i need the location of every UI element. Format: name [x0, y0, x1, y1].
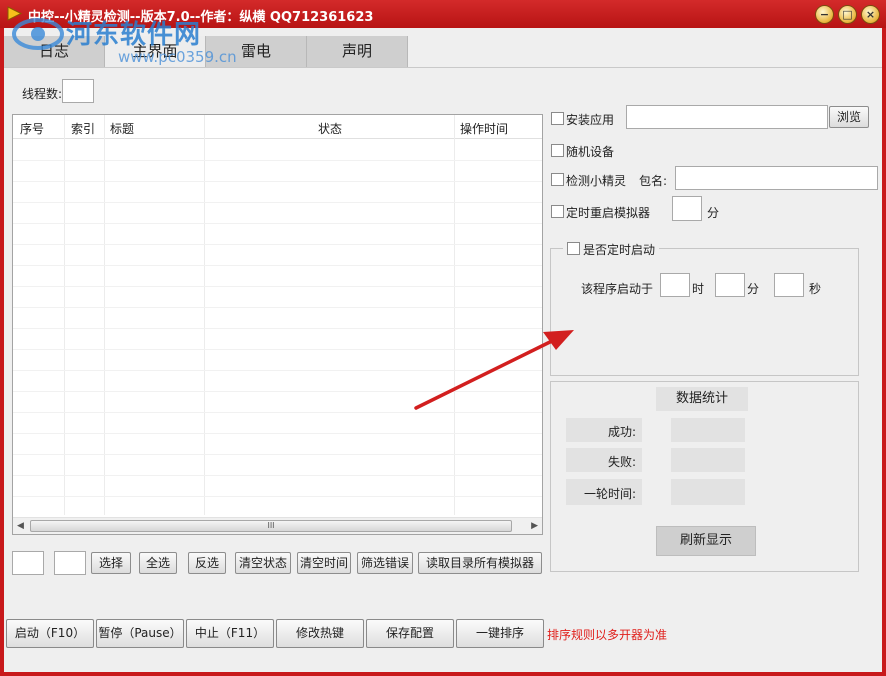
read-all-emulators-button[interactable]: 读取目录所有模拟器	[418, 552, 542, 574]
fail-value	[671, 448, 745, 472]
main-panel: 线程数: 序号 索引 标题 状态 操作时间 ◀ III ▶ 选择 全选 反选 清…	[4, 67, 882, 604]
detect-sprite-checkbox[interactable]	[551, 173, 564, 186]
timed-restart-label: 定时重启模拟器	[566, 206, 651, 220]
column-header-key[interactable]: 索引	[71, 120, 95, 137]
package-name-label: 包名:	[639, 174, 668, 188]
maximize-icon: □	[842, 8, 853, 21]
grid-row-line	[13, 307, 542, 308]
restart-minutes-input[interactable]	[672, 196, 702, 221]
invert-selection-button[interactable]: 反选	[188, 552, 226, 574]
restart-minutes-unit: 分	[707, 206, 720, 220]
watermark-logo	[12, 18, 64, 50]
grid-row-line	[13, 181, 542, 182]
grid-row-line	[13, 160, 542, 161]
grid-row-line	[13, 496, 542, 497]
minimize-button[interactable]: −	[815, 5, 834, 24]
list-header: 序号 索引 标题 状态 操作时间	[13, 115, 542, 139]
one-click-sort-button[interactable]: 一键排序	[456, 619, 544, 648]
start-minute-input[interactable]	[715, 273, 745, 297]
annotation-arrow-icon	[414, 330, 574, 410]
select-all-button[interactable]: 全选	[139, 552, 177, 574]
start-second-input[interactable]	[774, 273, 804, 297]
round-time-label: 一轮时间:	[583, 487, 636, 501]
close-button[interactable]: ×	[861, 5, 880, 24]
watermark-text: 河东软件网	[66, 20, 202, 50]
starts-at-label: 该程序启动于	[581, 282, 654, 296]
install-app-label: 安装应用	[566, 113, 615, 127]
package-name-input[interactable]	[675, 166, 878, 190]
range-start-input[interactable]	[12, 551, 44, 575]
sort-rule-note: 排序规则以多开器为准	[547, 628, 668, 642]
select-button[interactable]: 选择	[91, 552, 131, 574]
column-divider	[454, 115, 455, 515]
grid-row-line	[13, 433, 542, 434]
detect-sprite-label: 检测小精灵	[566, 174, 627, 188]
app-window: 中控--小精灵检测--版本7.0--作者：纵横 QQ712361623 − □ …	[0, 0, 886, 676]
grid-row-line	[13, 475, 542, 476]
grid-row-line	[13, 244, 542, 245]
column-divider	[64, 115, 65, 515]
random-device-label: 随机设备	[566, 145, 615, 159]
scheduled-start-legend: 是否定时启动	[563, 241, 659, 257]
timed-restart-checkbox[interactable]	[551, 205, 564, 218]
thread-count-input[interactable]	[62, 79, 94, 103]
minute-unit: 分	[747, 282, 760, 296]
tab-statement[interactable]: 声明	[307, 36, 408, 67]
grid-row-line	[13, 265, 542, 266]
random-device-checkbox[interactable]	[551, 144, 564, 157]
stats-title: 数据统计	[656, 387, 748, 411]
grid-row-line	[13, 223, 542, 224]
start-button[interactable]: 启动（F10）	[6, 619, 94, 648]
thread-count-label: 线程数:	[22, 87, 63, 101]
filter-errors-button[interactable]: 筛选错误	[357, 552, 413, 574]
column-header-time[interactable]: 操作时间	[460, 120, 508, 137]
save-config-button[interactable]: 保存配置	[366, 619, 454, 648]
fail-label: 失败:	[607, 455, 636, 469]
scroll-thumb[interactable]: III	[30, 520, 512, 532]
maximize-button[interactable]: □	[838, 5, 857, 24]
round-time-value	[671, 479, 745, 505]
success-label: 成功:	[607, 425, 636, 439]
grid-row-line	[13, 286, 542, 287]
column-header-index[interactable]: 序号	[20, 120, 44, 137]
column-divider	[104, 115, 105, 515]
scheduled-start-label: 是否定时启动	[583, 243, 656, 257]
close-icon: ×	[865, 8, 876, 21]
watermark-url: www.pc0359.cn	[118, 48, 237, 66]
success-value	[671, 418, 745, 442]
browse-button[interactable]: 浏览	[829, 106, 869, 128]
minimize-icon: −	[819, 8, 830, 21]
edit-hotkey-button[interactable]: 修改热键	[276, 619, 364, 648]
second-unit: 秒	[809, 282, 822, 296]
column-header-title[interactable]: 标题	[110, 120, 134, 137]
grid-row-line	[13, 202, 542, 203]
range-end-input[interactable]	[54, 551, 86, 575]
column-header-status[interactable]: 状态	[318, 120, 342, 137]
refresh-display-button[interactable]: 刷新显示	[656, 526, 756, 556]
scroll-right-icon[interactable]: ▶	[531, 521, 538, 531]
scheduled-start-checkbox[interactable]	[567, 242, 580, 255]
clear-status-button[interactable]: 清空状态	[235, 552, 291, 574]
bottom-toolbar: 启动（F10） 暂停（Pause） 中止（F11） 修改热键 保存配置 一键排序…	[4, 619, 882, 649]
pause-button[interactable]: 暂停（Pause）	[96, 619, 184, 648]
client-area: 日志 主界面 雷电 声明 线程数: 序号 索引 标题 状态 操作时间 ◀ III…	[4, 28, 882, 672]
clear-time-button[interactable]: 清空时间	[297, 552, 351, 574]
column-divider	[204, 115, 205, 515]
grid-row-line	[13, 454, 542, 455]
apk-path-input[interactable]	[626, 105, 828, 129]
start-hour-input[interactable]	[660, 273, 690, 297]
horizontal-scrollbar[interactable]: ◀ III ▶	[13, 517, 542, 534]
hour-unit: 时	[692, 282, 705, 296]
scroll-left-icon[interactable]: ◀	[17, 521, 24, 531]
install-app-checkbox[interactable]	[551, 112, 564, 125]
stop-button[interactable]: 中止（F11）	[186, 619, 274, 648]
scheduled-start-group	[550, 248, 859, 376]
